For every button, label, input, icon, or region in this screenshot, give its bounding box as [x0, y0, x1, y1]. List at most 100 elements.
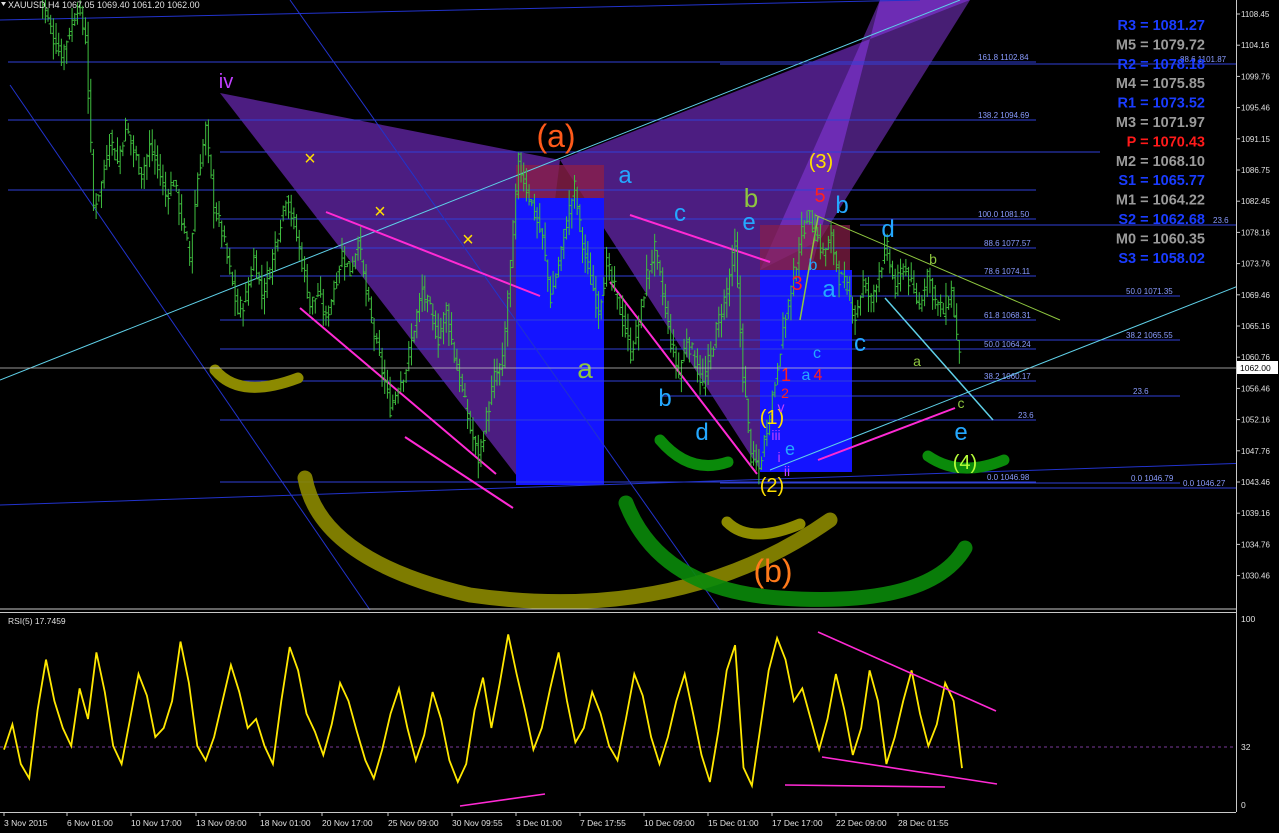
fib-level-label: 23.6 — [1213, 216, 1229, 225]
wave-label: e — [954, 419, 967, 446]
pivot-level: S2 = 1062.68 — [1118, 212, 1205, 228]
rsi-axis-label: 32 — [1241, 742, 1251, 752]
time-tick-label: 28 Dec 01:55 — [898, 818, 949, 828]
fib-level-label: 61.8 1068.31 — [984, 311, 1031, 320]
pivot-level: R3 = 1081.27 — [1118, 18, 1205, 34]
wave-label: × — [374, 201, 386, 223]
fib-level-label: 50.0 1064.24 — [984, 340, 1031, 349]
time-tick-label: 22 Dec 09:00 — [836, 818, 887, 828]
pivot-level: M5 = 1079.72 — [1116, 37, 1205, 53]
price-tick-label: 1108.45 — [1241, 10, 1270, 19]
wave-label: × — [304, 148, 316, 170]
pivot-level: R1 = 1073.52 — [1118, 96, 1205, 112]
wave-label: b — [929, 251, 937, 267]
price-tick-label: 1104.16 — [1241, 41, 1270, 50]
wave-label: d — [881, 216, 894, 243]
wave-label: (2) — [760, 475, 784, 497]
time-tick-label: 30 Nov 09:55 — [452, 818, 503, 828]
wave-label: c — [674, 200, 686, 227]
rsi-axis-label: 100 — [1241, 614, 1255, 624]
price-tick-label: 1043.46 — [1241, 478, 1270, 487]
fib-level-label: 38.2 1065.55 — [1126, 331, 1173, 340]
price-tick-label: 1086.75 — [1241, 166, 1270, 175]
pivot-level: M1 = 1064.22 — [1116, 193, 1205, 209]
time-tick-label: 6 Nov 01:00 — [67, 818, 113, 828]
wave-label: c — [958, 395, 965, 411]
wave-label: a — [618, 162, 632, 189]
price-tick-label: 1060.76 — [1241, 353, 1270, 362]
time-tick-label: 10 Nov 17:00 — [131, 818, 182, 828]
fib-level-label: 0.0 1046.27 — [1183, 479, 1226, 488]
price-tick-label: 1052.16 — [1241, 416, 1270, 425]
price-tick-label: 1078.16 — [1241, 228, 1270, 237]
price-tick-label: 1073.76 — [1241, 260, 1270, 269]
pivot-level: P = 1070.43 — [1127, 134, 1205, 150]
price-tick-label: 1039.16 — [1241, 509, 1270, 518]
trading-chart[interactable]: 161.8 1102.84 138.2 1094.69 100.0 1081.50 8… — [0, 0, 1279, 833]
wave-label: c — [813, 345, 821, 362]
pivot-level: M4 = 1075.85 — [1116, 76, 1205, 92]
fib-level-label: 38.2 1060.17 — [984, 372, 1031, 381]
wave-label: b — [835, 192, 848, 219]
fib-level-label: 23.6 — [1018, 411, 1034, 420]
symbol-header: XAUUSD,H4 1067.05 1069.40 1061.20 1062.0… — [8, 0, 200, 10]
pivot-level: R2 = 1078.18 — [1118, 57, 1205, 73]
price-tick-label: 1095.46 — [1241, 104, 1270, 113]
price-tick-label: 1047.76 — [1241, 447, 1270, 456]
wave-label: i — [777, 449, 780, 465]
wave-label: (3) — [809, 151, 833, 173]
wave-label: a — [802, 367, 811, 384]
wave-label: iii — [771, 427, 780, 443]
time-tick-label: 25 Nov 09:00 — [388, 818, 439, 828]
pivot-level: M2 = 1068.10 — [1116, 154, 1205, 170]
wave-label: ii — [784, 463, 790, 479]
wave-label: 5 — [814, 185, 825, 207]
fib-level-label: 50.0 1071.35 — [1126, 287, 1173, 296]
wave-label: v — [778, 399, 785, 415]
pivot-level: S3 = 1058.02 — [1118, 251, 1205, 267]
rsi-title: RSI(5) 17.7459 — [8, 616, 66, 626]
price-tick-label: 1082.45 — [1241, 197, 1270, 206]
rsi-axis-label: 0 — [1241, 800, 1246, 810]
wave-label: a — [913, 353, 921, 369]
wave-label: (b) — [753, 553, 792, 589]
pivot-level: M3 = 1071.97 — [1116, 115, 1205, 131]
wave-label: e — [742, 209, 755, 236]
fib-level-label: 138.2 1094.69 — [978, 111, 1030, 120]
wave-label: (4) — [953, 452, 977, 474]
wave-label: b — [744, 183, 758, 213]
price-tick-label: 1091.15 — [1241, 135, 1270, 144]
time-tick-label: 17 Dec 17:00 — [772, 818, 823, 828]
price-tick-label: 1099.76 — [1241, 72, 1270, 81]
wave-label: × — [462, 229, 474, 251]
time-tick-label: 3 Nov 2015 — [4, 818, 48, 828]
zone-blue-1 — [516, 198, 604, 485]
time-tick-label: 3 Dec 01:00 — [516, 818, 562, 828]
wave-label: d — [695, 419, 708, 446]
wave-label: a — [577, 353, 593, 384]
price-tick-label: 1034.76 — [1241, 540, 1270, 549]
price-axis-bg — [1237, 0, 1279, 812]
time-tick-label: 13 Nov 09:00 — [196, 818, 247, 828]
price-tick-label: 1056.46 — [1241, 384, 1270, 393]
current-price-value: 1062.00 — [1240, 363, 1271, 373]
wave-label: e — [785, 439, 795, 459]
fib-level-label: 100.0 1081.50 — [978, 210, 1030, 219]
fib-level-label: 23.6 — [1133, 387, 1149, 396]
wave-label: 3 — [791, 273, 802, 295]
time-tick-label: 20 Nov 17:00 — [322, 818, 373, 828]
pivot-level: M0 = 1060.35 — [1116, 231, 1205, 247]
fib-level-label: 0.0 1046.98 — [987, 473, 1030, 482]
fib-level-label: 88.6 1077.57 — [984, 239, 1031, 248]
time-tick-label: 15 Dec 01:00 — [708, 818, 759, 828]
price-tick-label: 1069.46 — [1241, 291, 1270, 300]
wave-label: (a) — [536, 118, 575, 154]
pivot-level: S1 = 1065.77 — [1118, 173, 1205, 189]
fib-level-label: 0.0 1046.79 — [1131, 474, 1174, 483]
wave-label: 4 — [814, 367, 823, 384]
price-tick-label: 1030.46 — [1241, 572, 1270, 581]
wave-label: b — [658, 385, 671, 412]
fib-level-label: 161.8 1102.84 — [978, 53, 1029, 62]
time-tick-label: 7 Dec 17:55 — [580, 818, 626, 828]
price-tick-label: 1065.16 — [1241, 322, 1270, 331]
